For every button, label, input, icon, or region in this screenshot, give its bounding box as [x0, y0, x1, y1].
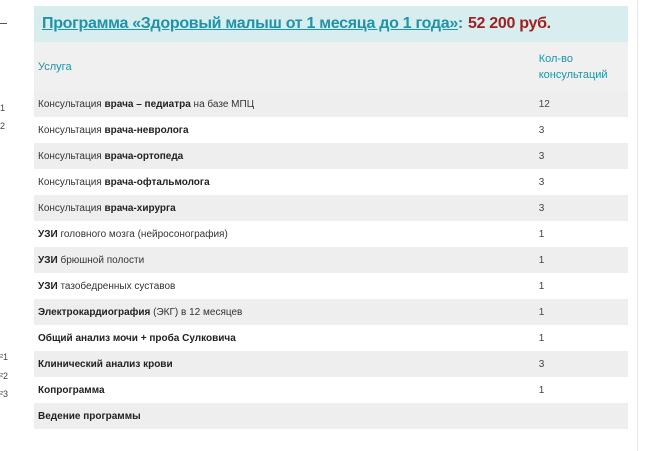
- service-text-emphasis: Общий анализ мочи + проба Сулковича: [38, 332, 236, 344]
- program-title-colon: :: [457, 15, 463, 32]
- service-cell: Консультация врача-ортопеда: [34, 143, 535, 169]
- service-text-suffix: брюшной полости: [57, 254, 145, 266]
- service-text-suffix: (ЭКГ) в 12 месяцев: [150, 306, 243, 318]
- service-text-emphasis: врача-ортопеда: [104, 150, 184, 162]
- service-text-emphasis: Ведение программы: [38, 410, 141, 422]
- table-row: Ведение программы: [34, 403, 628, 429]
- service-cell: Копрограмма: [34, 377, 535, 403]
- service-text-emphasis: врача – педиатра: [104, 98, 191, 110]
- service-cell: УЗИ брюшной полости: [34, 247, 535, 273]
- service-cell: УЗИ тазобедренных суставов: [34, 273, 535, 299]
- service-text-emphasis: врача-невролога: [104, 124, 189, 136]
- program-price: 52 200 руб.: [467, 15, 551, 32]
- service-text-emphasis: УЗИ: [38, 228, 58, 240]
- table-header-row: Услуга Кол-во консультаций: [34, 42, 628, 91]
- table-row: Консультация врача-офтальмолога 3: [34, 169, 628, 195]
- service-cell: Консультация врача-невролога: [34, 117, 535, 143]
- table-row: Консультация врача-ортопеда 3: [34, 143, 628, 169]
- program-title-link[interactable]: Программа «Здоровый малыш от 1 месяца до…: [42, 15, 458, 33]
- service-cell: УЗИ головного мозга (нейросонография): [34, 221, 535, 247]
- consultation-count-cell: [534, 403, 628, 429]
- service-cell: Консультация врача-хирурга: [34, 195, 535, 221]
- program-panel: Программа «Здоровый малыш от 1 месяца до…: [34, 6, 628, 429]
- table-row: Копрограмма 1: [34, 377, 628, 403]
- consultation-count-cell: 1: [534, 325, 628, 351]
- table-row: Электрокардиография (ЭКГ) в 12 месяцев 1: [34, 299, 628, 325]
- table-row: Консультация врача-хирурга 3: [34, 195, 628, 221]
- service-cell: Консультация врача-офтальмолога: [34, 169, 535, 195]
- program-header: Программа «Здоровый малыш от 1 месяца до…: [34, 6, 628, 42]
- table-row: Консультация врача – педиатра на базе МП…: [34, 91, 628, 117]
- consultation-count-cell: 1: [534, 247, 628, 273]
- service-column-header: Услуга: [34, 42, 535, 91]
- services-table-body: Консультация врача – педиатра на базе МП…: [34, 91, 628, 429]
- consultation-count-cell: 3: [534, 351, 628, 377]
- service-text-emphasis: врача-офтальмолога: [104, 176, 210, 188]
- service-text-prefix: Консультация: [38, 98, 105, 110]
- service-text-suffix: тазобедренных суставов: [57, 280, 176, 292]
- service-cell: Клинический анализ крови: [34, 351, 535, 377]
- table-row: УЗИ головного мозга (нейросонография) 1: [34, 221, 628, 247]
- service-cell: Общий анализ мочи + проба Сулковича: [34, 325, 535, 351]
- consultation-count-cell: 12: [534, 91, 628, 117]
- left-edge-fragment: ²2: [0, 371, 9, 381]
- service-text-emphasis: врача-хирурга: [104, 202, 176, 214]
- consultation-count-cell: 1: [534, 377, 628, 403]
- table-row: Общий анализ мочи + проба Сулковича 1: [34, 325, 628, 351]
- left-edge-fragment: ²3: [0, 389, 9, 399]
- service-text-prefix: Консультация: [38, 202, 105, 214]
- service-text-emphasis: Электрокардиография: [38, 306, 151, 318]
- consultation-count-cell: 3: [534, 169, 628, 195]
- left-edge-fragment: ²1: [0, 352, 9, 362]
- service-text-prefix: Консультация: [38, 150, 105, 162]
- service-text-prefix: Консультация: [38, 176, 105, 188]
- services-table: Услуга Кол-во консультаций Консультация …: [34, 42, 628, 429]
- left-edge-fragment: 2: [0, 121, 6, 131]
- consultation-count-cell: 3: [534, 195, 628, 221]
- consultation-count-cell: 1: [534, 273, 628, 299]
- consultation-count-cell: 1: [534, 299, 628, 325]
- consultation-count-cell: 3: [534, 143, 628, 169]
- service-text-emphasis: Клинический анализ крови: [38, 358, 173, 370]
- service-text-suffix: на базе МПЦ: [190, 98, 255, 110]
- table-row: Клинический анализ крови 3: [34, 351, 628, 377]
- service-text-suffix: головного мозга (нейросонография): [57, 228, 228, 240]
- table-row: УЗИ брюшной полости 1: [34, 247, 628, 273]
- scroll-edge: [637, 0, 638, 451]
- left-edge-divider: [0, 23, 7, 24]
- count-column-header: Кол-во консультаций: [534, 42, 628, 91]
- page: 1 2 ²1 ²2 ²3 Программа «Здоровый малыш о…: [0, 0, 660, 451]
- left-edge-fragment: 1: [0, 103, 6, 113]
- consultation-count-cell: 3: [534, 117, 628, 143]
- service-text-emphasis: УЗИ: [38, 254, 58, 266]
- service-text-emphasis: Копрограмма: [38, 384, 105, 396]
- service-cell: Ведение программы: [34, 403, 535, 429]
- service-text-emphasis: УЗИ: [38, 280, 58, 292]
- service-cell: Электрокардиография (ЭКГ) в 12 месяцев: [34, 299, 535, 325]
- consultation-count-cell: 1: [534, 221, 628, 247]
- table-row: УЗИ тазобедренных суставов 1: [34, 273, 628, 299]
- service-cell: Консультация врача – педиатра на базе МП…: [34, 91, 535, 117]
- table-row: Консультация врача-невролога 3: [34, 117, 628, 143]
- service-text-prefix: Консультация: [38, 124, 105, 136]
